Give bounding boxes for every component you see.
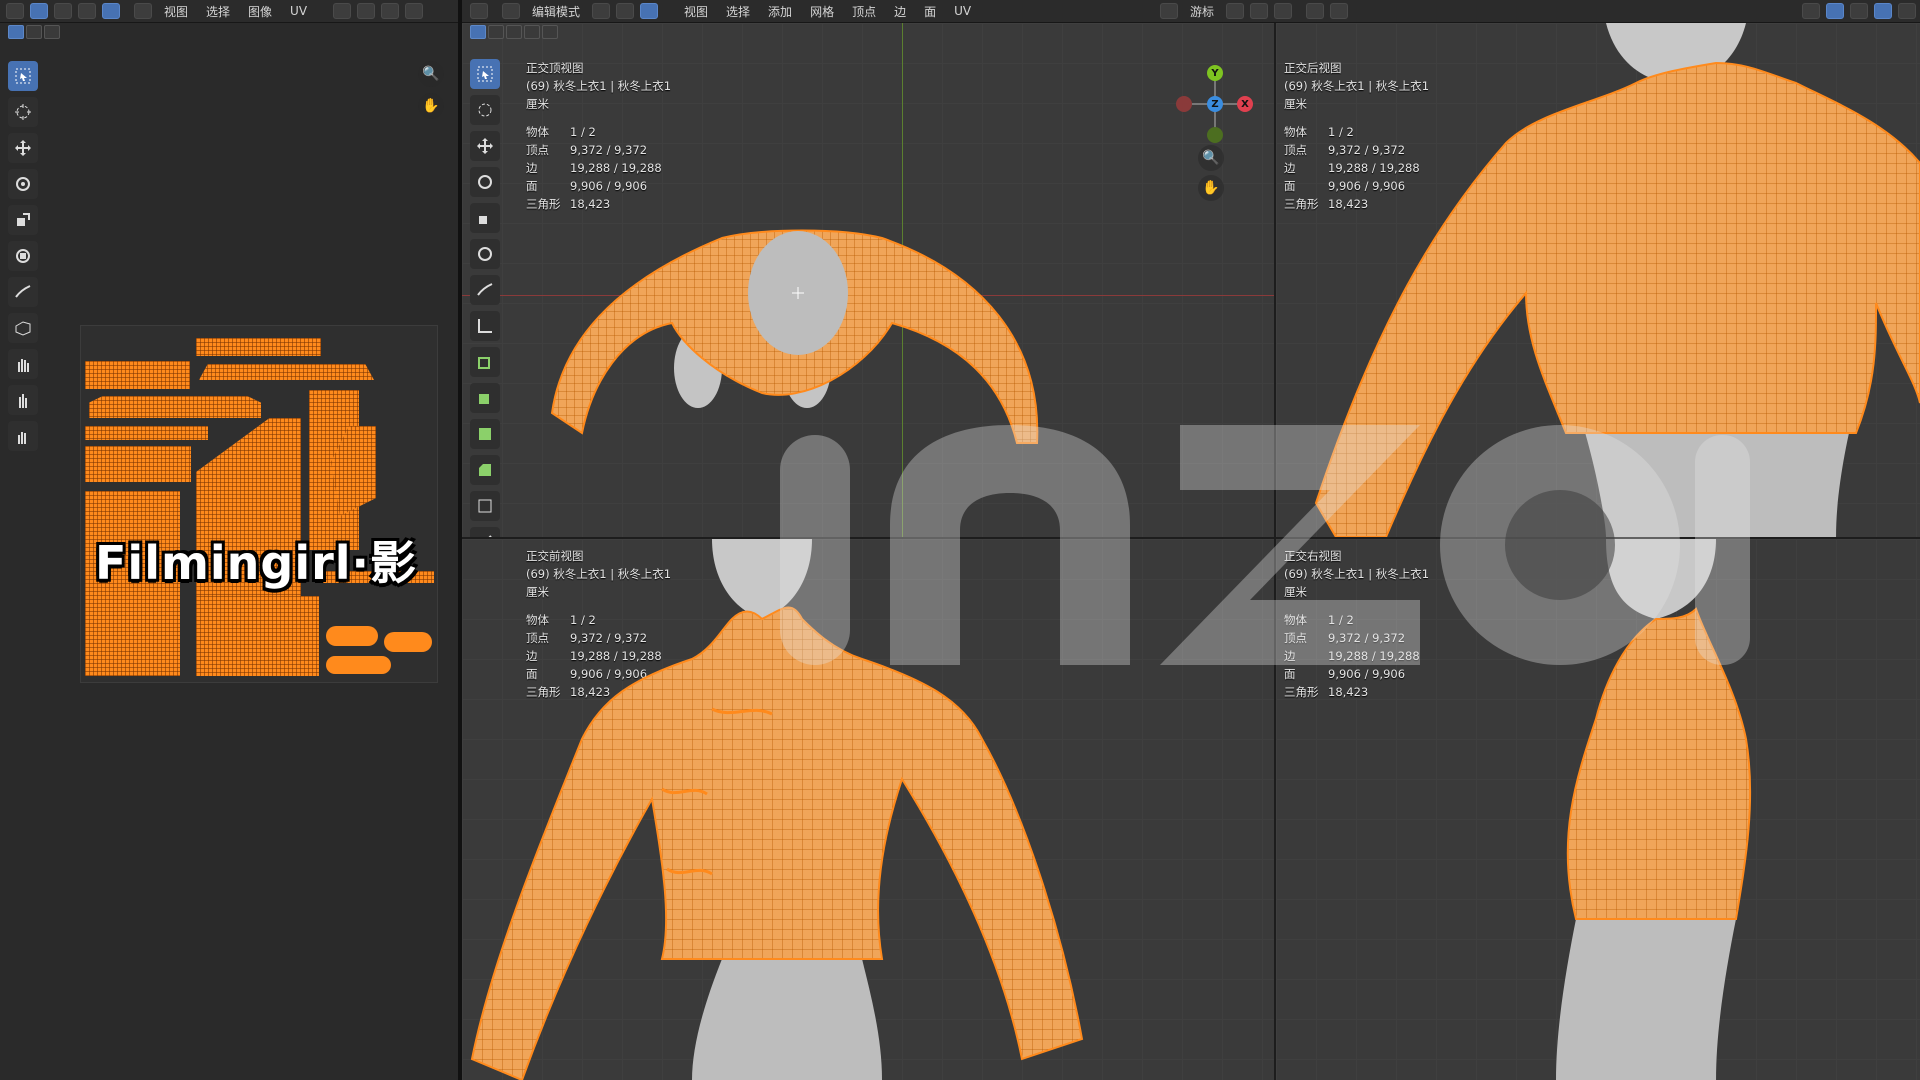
transform-orientation[interactable]: 游标	[1184, 3, 1220, 20]
model-back-view	[1314, 23, 1920, 537]
model-top-view	[550, 229, 1039, 444]
uv-island	[85, 426, 208, 440]
uv-editor-header: 视图 选择 图像 UV	[0, 0, 458, 23]
select-new-icon[interactable]	[8, 25, 24, 39]
select-mode-edge-icon[interactable]	[78, 3, 96, 19]
uv-island	[85, 361, 190, 389]
uv-island	[89, 396, 261, 418]
cursor-icon	[15, 104, 31, 120]
select-arrow-icon	[15, 68, 31, 84]
overlay-toggle-icon[interactable]	[1850, 3, 1868, 19]
select-extend-icon[interactable]	[26, 25, 42, 39]
tool-transform[interactable]	[8, 241, 38, 271]
edit-mode-icon[interactable]	[502, 3, 520, 19]
transform-icon	[16, 249, 30, 263]
uv-island	[199, 364, 374, 380]
editor-type-icon[interactable]	[6, 3, 24, 19]
uv-island	[326, 626, 378, 646]
uv-toolbar	[8, 61, 42, 451]
editor-type-icon[interactable]	[470, 3, 488, 19]
tool-move[interactable]	[8, 133, 38, 163]
gizmo-toggle-icon[interactable]	[1826, 3, 1844, 19]
vp-menu-vertex[interactable]: 顶点	[846, 3, 882, 20]
uv-menu-image[interactable]: 图像	[242, 3, 278, 20]
vp-menu-select[interactable]: 选择	[720, 3, 756, 20]
tool-select-box[interactable]	[8, 61, 38, 91]
viewport-front[interactable]: 正交前视图 (69) 秋冬上衣1 | 秋冬上衣1 厘米 物体 1 / 2 顶点 9,…	[462, 539, 1274, 1080]
tool-cursor[interactable]	[8, 97, 38, 127]
tool-relax[interactable]	[8, 385, 38, 415]
tool-annotate[interactable]	[8, 277, 38, 307]
pivot-icon[interactable]	[333, 3, 352, 19]
model-right-view	[1556, 539, 1752, 1080]
viewport-back[interactable]: 正交后视图 (69) 秋冬上衣1 | 秋冬上衣1 厘米 物体 1 / 2 顶点 9,…	[1276, 23, 1920, 537]
vp-menu-edge[interactable]: 边	[888, 3, 912, 20]
viewport-right[interactable]: 正交右视图 (69) 秋冬上衣1 | 秋冬上衣1 厘米 物体 1 / 2 顶点 9,…	[1276, 539, 1920, 1080]
relax-icon	[19, 394, 27, 408]
uv-pan-button[interactable]: ✋	[418, 93, 444, 119]
uv-sync-icon[interactable]	[30, 3, 48, 19]
tool-rotate[interactable]	[8, 169, 38, 199]
move-icon	[15, 140, 31, 156]
tool-pinch[interactable]	[8, 421, 38, 451]
pinch-icon	[18, 432, 26, 444]
uv-zoom-button[interactable]: 🔍	[418, 61, 444, 87]
viewport-top[interactable]: 正交顶视图 (69) 秋冬上衣1 | 秋冬上衣1 厘米 物体 1 / 2 顶点 9,…	[462, 23, 1274, 537]
shading-icon[interactable]	[1898, 3, 1916, 19]
mode-selector[interactable]: 编辑模式	[526, 3, 586, 20]
uv-menu-uv[interactable]: UV	[284, 4, 313, 18]
select-mode-vertex-icon[interactable]	[592, 3, 611, 19]
uv-island	[196, 596, 319, 676]
grab-icon	[18, 359, 29, 372]
uv-island	[85, 446, 191, 482]
vp-menu-add[interactable]: 添加	[762, 3, 798, 20]
vp-menu-uv[interactable]: UV	[948, 4, 977, 18]
uv-menu-view[interactable]: 视图	[158, 3, 194, 20]
pivot-icon[interactable]	[1226, 3, 1245, 19]
proportional-edit-icon[interactable]	[1306, 3, 1325, 19]
visibility-icon[interactable]	[1802, 3, 1820, 19]
vp-menu-mesh[interactable]: 网格	[804, 3, 840, 20]
model-front-view	[470, 539, 1084, 1080]
viewport-header: 编辑模式 视图 选择 添加 网格 顶点 边 面 UV 游标	[462, 0, 1920, 23]
watermark-text: Filmingirl·影	[95, 536, 418, 590]
proportional-edit-icon[interactable]	[405, 3, 424, 19]
select-mode-face-icon[interactable]	[640, 3, 659, 19]
tool-rip[interactable]	[8, 313, 38, 343]
snap-icon[interactable]	[357, 3, 376, 19]
rip-icon	[15, 321, 31, 336]
uv-menu-select[interactable]: 选择	[200, 3, 236, 20]
snap-target-icon[interactable]	[381, 3, 400, 19]
rotate-icon	[16, 177, 30, 191]
uv-island	[384, 632, 432, 652]
vp-menu-view[interactable]: 视图	[678, 3, 714, 20]
falloff-icon[interactable]	[1330, 3, 1349, 19]
xray-toggle-icon[interactable]	[1874, 3, 1892, 19]
select-mode-edge-icon[interactable]	[616, 3, 635, 19]
uv-island	[326, 656, 391, 674]
tool-grab[interactable]	[8, 349, 38, 379]
transform-orientation-icon[interactable]	[1160, 3, 1178, 19]
select-mode-vertex-icon[interactable]	[54, 3, 72, 19]
snap-target-icon[interactable]	[1274, 3, 1293, 19]
tool-scale[interactable]	[8, 205, 38, 235]
select-mode-face-icon[interactable]	[102, 3, 120, 19]
snap-icon[interactable]	[1250, 3, 1269, 19]
vp-menu-face[interactable]: 面	[918, 3, 942, 20]
uv-canvas[interactable]	[80, 325, 438, 683]
zoom-icon: 🔍	[422, 66, 440, 82]
select-subtract-icon[interactable]	[44, 25, 60, 39]
pan-icon: ✋	[422, 98, 440, 114]
scale-icon	[17, 213, 30, 226]
annotate-icon	[15, 285, 31, 298]
sticky-select-icon[interactable]	[134, 3, 152, 19]
uv-island	[196, 338, 321, 356]
